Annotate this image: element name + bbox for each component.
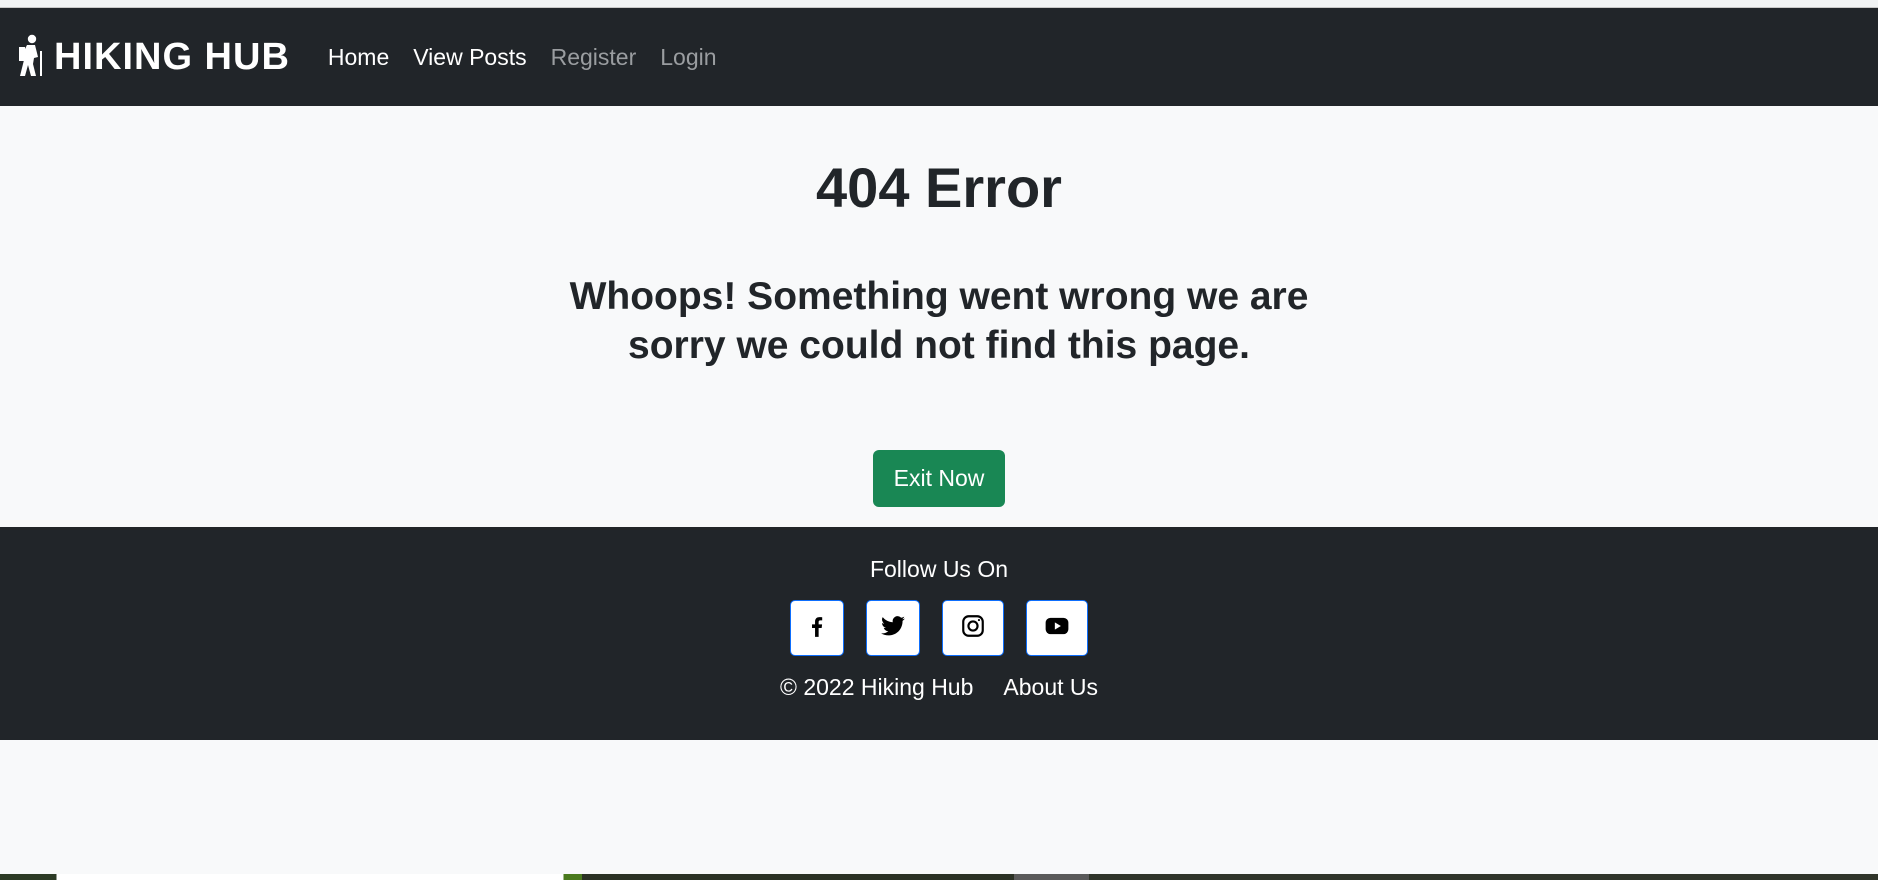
brand-link[interactable]: HIKING HUB xyxy=(14,34,290,81)
nav-view-posts[interactable]: View Posts xyxy=(413,44,526,71)
twitter-button[interactable] xyxy=(866,600,920,656)
footer-bottom-line: © 2022 Hiking Hub About Us xyxy=(0,674,1878,701)
copyright-text: © 2022 Hiking Hub xyxy=(780,674,974,700)
nav-home[interactable]: Home xyxy=(328,44,389,71)
youtube-button[interactable] xyxy=(1026,600,1088,656)
navbar: HIKING HUB Home View Posts Register Logi… xyxy=(0,8,1878,106)
nav-register[interactable]: Register xyxy=(551,44,637,71)
error-message: Whoops! Something went wrong we are sorr… xyxy=(569,275,1309,368)
facebook-icon xyxy=(804,613,830,644)
instagram-icon xyxy=(960,613,986,644)
page-bottom-area xyxy=(0,740,1878,880)
background-strip xyxy=(0,874,1878,880)
twitter-icon xyxy=(880,613,906,644)
nav-login[interactable]: Login xyxy=(660,44,716,71)
page-title: 404 Error xyxy=(816,156,1062,219)
social-links xyxy=(0,600,1878,656)
hiker-icon xyxy=(14,34,54,81)
exit-now-button[interactable]: Exit Now xyxy=(873,450,1005,508)
brand-name: HIKING HUB xyxy=(54,35,290,78)
browser-top-strip xyxy=(0,0,1878,8)
about-us-link[interactable]: About Us xyxy=(1003,674,1098,701)
follow-label: Follow Us On xyxy=(869,556,1009,582)
instagram-button[interactable] xyxy=(942,600,1004,656)
youtube-icon xyxy=(1044,613,1070,644)
footer: Follow Us On © 2022 Hiking Hub About Us xyxy=(0,527,1878,740)
main-content: 404 Error Whoops! Something went wrong w… xyxy=(0,106,1878,527)
facebook-button[interactable] xyxy=(790,600,844,656)
